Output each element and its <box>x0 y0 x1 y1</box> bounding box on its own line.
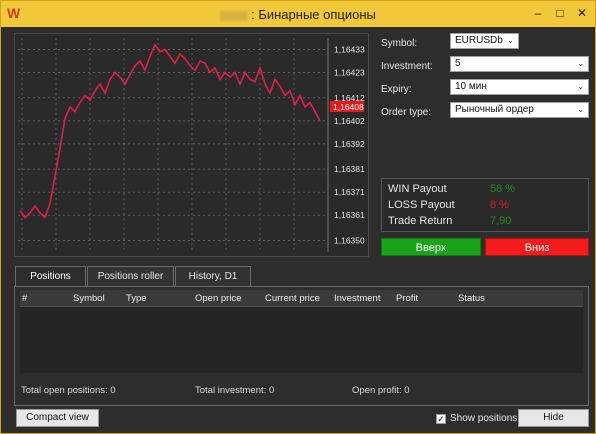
compact-view-button[interactable]: Compact view <box>16 409 99 427</box>
y-tick-label: 1,16402 <box>334 116 365 126</box>
symbol-select[interactable]: EURUSDb ⌄ <box>450 33 519 49</box>
open-profit-label: Open profit: <box>352 385 402 396</box>
column-header[interactable]: Current price <box>265 293 320 304</box>
expiry-label: Expiry: <box>381 84 412 95</box>
symbol-label: Symbol: <box>381 38 418 49</box>
total-open-positions-label: Total open positions: <box>21 385 108 396</box>
y-tick-label: 1,16433 <box>334 45 365 55</box>
symbol-value: EURUSDb <box>455 35 503 46</box>
trade-return-value: 7,90 <box>490 215 512 227</box>
maximize-button[interactable]: □ <box>549 4 571 22</box>
y-tick-label: 1,16381 <box>334 164 365 174</box>
minimize-button[interactable]: – <box>527 4 549 22</box>
tab-positions-roller[interactable]: Positions roller <box>87 266 174 286</box>
show-positions-checkbox[interactable]: ✓ <box>436 414 446 424</box>
chevron-down-icon: ⌄ <box>577 59 584 68</box>
y-tick-label: 1,16350 <box>334 235 365 245</box>
open-profit: Open profit: 0 <box>352 385 410 396</box>
total-investment-label: Total investment: <box>195 385 267 396</box>
y-tick-label: 1,16371 <box>334 187 365 197</box>
tab-positions[interactable]: Positions <box>15 266 86 286</box>
y-tick-label: 1,16423 <box>334 68 365 78</box>
win-payout-value: 58 % <box>490 183 516 195</box>
window-title: : Бинарные опционы <box>1 7 595 22</box>
total-investment: Total investment: 0 <box>195 385 274 396</box>
price-series-line <box>19 43 321 219</box>
current-price-label: 1,16408 <box>333 102 364 112</box>
column-header[interactable]: # <box>22 293 27 304</box>
app-window: W : Бинарные опционы – □ ✕ 1,16433 1,1642… <box>0 0 596 434</box>
expiry-value: 10 мин <box>455 81 487 92</box>
investment-value: 5 <box>455 58 461 69</box>
order-type-value: Рыночный ордер <box>455 104 534 115</box>
price-chart[interactable]: 1,16433 1,16423 1,16412 1,16402 1,16392 1,163… <box>14 33 369 257</box>
hide-button[interactable]: Hide <box>518 409 589 427</box>
total-investment-value: 0 <box>268 385 275 396</box>
sell-down-button[interactable]: Вниз <box>485 238 589 256</box>
title-bar: W : Бинарные опционы – □ ✕ <box>1 1 595 27</box>
close-button[interactable]: ✕ <box>571 4 593 22</box>
positions-panel: # Symbol Type Open price Current price I… <box>14 286 589 406</box>
blurred-account-name <box>220 10 249 21</box>
loss-payout-value: 8 % <box>490 199 509 211</box>
tab-history-d1[interactable]: History, D1 <box>175 266 251 286</box>
trade-return-label: Trade Return <box>388 215 453 227</box>
loss-payout-label: LOSS Payout <box>388 199 455 211</box>
investment-label: Investment: <box>381 61 433 72</box>
order-type-label: Order type: <box>381 107 432 118</box>
positions-table-body[interactable] <box>20 307 583 373</box>
order-type-select[interactable]: Рыночный ордер ⌄ <box>450 102 589 118</box>
column-header[interactable]: Investment <box>334 293 380 304</box>
chevron-down-icon: ⌄ <box>577 105 584 114</box>
investment-field[interactable]: 5 ⌄ <box>450 56 589 72</box>
win-payout-label: WIN Payout <box>388 183 447 195</box>
column-header[interactable]: Open price <box>195 293 241 304</box>
total-open-positions-value: 0 <box>110 385 116 396</box>
positions-table-header: # Symbol Type Open price Current price I… <box>20 290 583 307</box>
column-header[interactable]: Symbol <box>73 293 105 304</box>
show-positions-label[interactable]: Show positions <box>450 413 517 424</box>
price-chart-svg: 1,164331,164231,164121,164021,163921,163… <box>18 38 365 252</box>
column-header[interactable]: Status <box>458 293 485 304</box>
expiry-select[interactable]: 10 мин ⌄ <box>450 79 589 95</box>
payout-panel: WIN Payout 58 % LOSS Payout 8 % Trade Re… <box>381 178 589 232</box>
y-tick-label: 1,16392 <box>334 139 365 149</box>
total-open-positions: Total open positions: 0 <box>21 385 116 396</box>
chevron-down-icon: ⌄ <box>507 36 514 45</box>
column-header[interactable]: Type <box>126 293 147 304</box>
buy-up-button[interactable]: Вверх <box>381 238 481 256</box>
column-header[interactable]: Profit <box>396 293 418 304</box>
y-tick-label: 1,16361 <box>334 210 365 220</box>
open-profit-value: 0 <box>404 385 410 396</box>
chevron-down-icon: ⌄ <box>577 82 584 91</box>
